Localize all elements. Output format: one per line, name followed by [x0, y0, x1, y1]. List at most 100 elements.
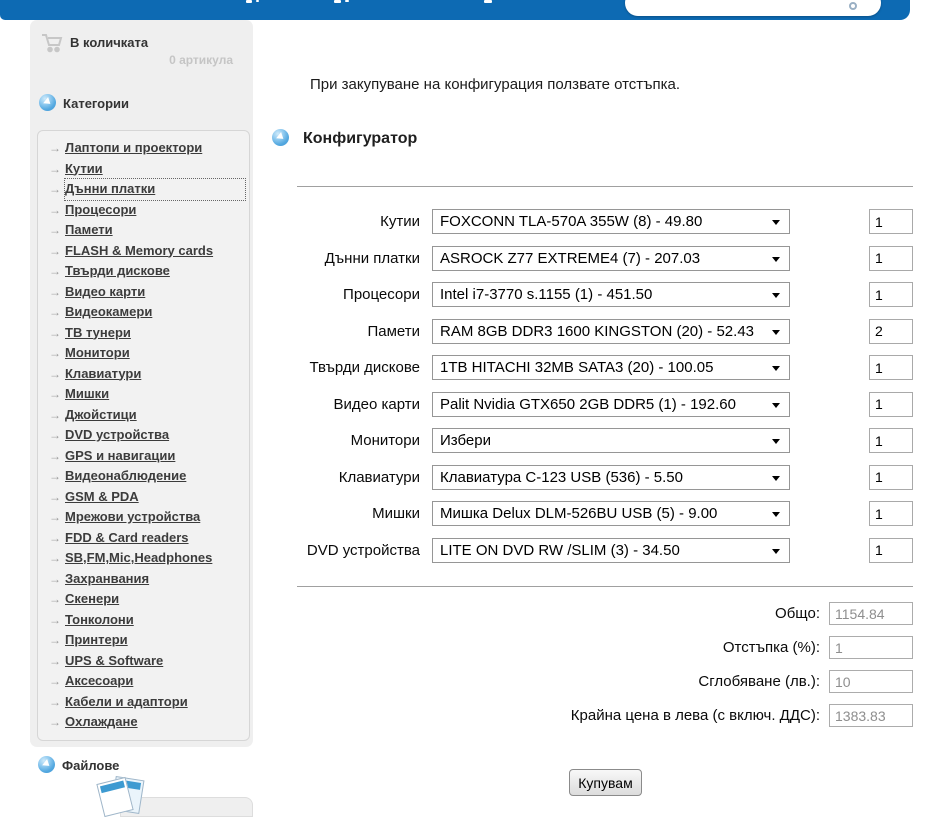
arrow-bullet-icon: → — [49, 323, 61, 344]
category-list-item: → Охлаждане — [38, 712, 249, 733]
files-section-title: Файлове — [62, 758, 119, 773]
category-list-item: → Кутии — [38, 159, 249, 180]
category-list-item: → GPS и навигации — [38, 446, 249, 467]
category-link[interactable]: Видео карти — [65, 284, 145, 299]
quantity-input[interactable] — [869, 355, 913, 380]
quantity-input[interactable] — [869, 538, 913, 563]
component-category-label: Процесори — [297, 286, 420, 303]
component-select[interactable]: Клавиатура C-123 USB (536) - 5.50 — [432, 465, 790, 490]
subtotal-label: Общо: — [297, 605, 820, 622]
category-link[interactable]: ТВ тунери — [65, 325, 131, 340]
category-link[interactable]: Видеокамери — [65, 304, 152, 319]
dropdown-arrow-icon — [772, 330, 780, 335]
quantity-input[interactable] — [869, 282, 913, 307]
category-link[interactable]: Охлаждане — [65, 714, 138, 729]
category-link[interactable]: Тонколони — [65, 612, 134, 627]
arrow-bullet-icon: → — [49, 446, 61, 467]
arrow-bullet-icon: → — [49, 671, 61, 692]
component-select[interactable]: FOXCONN TLA-570A 355W (8) - 49.80 — [432, 209, 790, 234]
category-list-item: → Видеокамери — [38, 302, 249, 323]
configurator-row: Мишки Мишка Delux DLM-526BU USB (5) - 9.… — [297, 501, 913, 526]
category-link[interactable]: GSM & PDA — [65, 489, 139, 504]
category-link[interactable]: DVD устройства — [65, 427, 169, 442]
quantity-input[interactable] — [869, 428, 913, 453]
category-link[interactable]: UPS & Software — [65, 653, 163, 668]
category-link[interactable]: Принтери — [65, 632, 128, 647]
dropdown-arrow-icon — [772, 257, 780, 262]
category-link[interactable]: Твърди дискове — [65, 263, 170, 278]
category-list-item: → SB,FM,Mic,Headphones — [38, 548, 249, 569]
component-select[interactable]: 1TB HITACHI 32MB SATA3 (20) - 100.05 — [432, 355, 790, 380]
files-bullet-icon — [38, 756, 55, 773]
category-link[interactable]: Скенери — [65, 591, 119, 606]
category-list-item: → Видео карти — [38, 282, 249, 303]
component-select[interactable]: Избери — [432, 428, 790, 453]
component-select[interactable]: Мишка Delux DLM-526BU USB (5) - 9.00 — [432, 501, 790, 526]
dropdown-arrow-icon — [772, 293, 780, 298]
configurator-row: Дънни платки ASROCK Z77 EXTREME4 (7) - 2… — [297, 246, 913, 271]
search-input[interactable] — [625, 0, 881, 16]
discount-input[interactable] — [829, 636, 913, 659]
category-link[interactable]: Мишки — [65, 386, 109, 401]
category-list-item: → Аксесоари — [38, 671, 249, 692]
dropdown-arrow-icon — [772, 549, 780, 554]
logo-cutoff-fragment — [246, 0, 252, 3]
arrow-bullet-icon: → — [49, 692, 61, 713]
configurator-row: Памети RAM 8GB DDR3 1600 KINGSTON (20) -… — [297, 319, 913, 344]
category-link[interactable]: Клавиатури — [65, 366, 141, 381]
selected-option-text: Избери — [440, 432, 491, 449]
selected-option-text: FOXCONN TLA-570A 355W (8) - 49.80 — [440, 213, 702, 230]
quantity-input[interactable] — [869, 392, 913, 417]
arrow-bullet-icon: → — [49, 220, 61, 241]
category-list-item: → FDD & Card readers — [38, 528, 249, 549]
component-select[interactable]: RAM 8GB DDR3 1600 KINGSTON (20) - 52.43 — [432, 319, 790, 344]
category-link[interactable]: Мрежови устройства — [65, 509, 200, 524]
arrow-bullet-icon: → — [49, 364, 61, 385]
category-link[interactable]: Кабели и адаптори — [65, 694, 188, 709]
dropdown-arrow-icon — [772, 439, 780, 444]
quantity-input[interactable] — [869, 209, 913, 234]
category-link[interactable]: Лаптопи и проектори — [65, 140, 202, 155]
category-link[interactable]: Процесори — [65, 202, 136, 217]
logo-cutoff-fragment — [345, 0, 349, 2]
category-link[interactable]: Аксесоари — [65, 673, 133, 688]
assembly-input[interactable] — [829, 670, 913, 693]
assembly-label: Сглобяване (лв.): — [297, 673, 820, 690]
cart-items-count: 0 артикула — [169, 53, 233, 67]
category-link[interactable]: Памети — [65, 222, 113, 237]
category-link[interactable]: Дънни платки — [65, 179, 245, 200]
category-list-item: → ТВ тунери — [38, 323, 249, 344]
component-select[interactable]: Palit Nvidia GTX650 2GB DDR5 (1) - 192.6… — [432, 392, 790, 417]
component-select[interactable]: Intel i7-3770 s.1155 (1) - 451.50 — [432, 282, 790, 307]
quantity-input[interactable] — [869, 465, 913, 490]
category-list-item: → Мишки — [38, 384, 249, 405]
category-list-item: → Тонколони — [38, 610, 249, 631]
category-link[interactable]: GPS и навигации — [65, 448, 175, 463]
category-link[interactable]: SB,FM,Mic,Headphones — [65, 550, 212, 565]
logo-cutoff-fragment — [334, 0, 341, 3]
category-list-item: → DVD устройства — [38, 425, 249, 446]
selected-option-text: Palit Nvidia GTX650 2GB DDR5 (1) - 192.6… — [440, 396, 736, 413]
arrow-bullet-icon: → — [49, 302, 61, 323]
arrow-bullet-icon: → — [49, 569, 61, 590]
category-list-item: → Лаптопи и проектори — [38, 138, 249, 159]
buy-button[interactable]: Купувам — [569, 769, 642, 796]
category-link[interactable]: Захранвания — [65, 571, 149, 586]
quantity-input[interactable] — [869, 246, 913, 271]
arrow-bullet-icon: → — [49, 487, 61, 508]
category-link[interactable]: Видеонаблюдение — [65, 468, 186, 483]
component-select[interactable]: ASROCK Z77 EXTREME4 (7) - 207.03 — [432, 246, 790, 271]
quantity-input[interactable] — [869, 501, 913, 526]
component-select[interactable]: LITE ON DVD RW /SLIM (3) - 34.50 — [432, 538, 790, 563]
arrow-bullet-icon: → — [49, 651, 61, 672]
category-list-item: → GSM & PDA — [38, 487, 249, 508]
category-link[interactable]: Монитори — [65, 345, 130, 360]
category-link[interactable]: FDD & Card readers — [65, 530, 189, 545]
quantity-input[interactable] — [869, 319, 913, 344]
component-category-label: Памети — [297, 323, 420, 340]
category-link[interactable]: FLASH & Memory cards — [65, 243, 213, 258]
category-link[interactable]: Джойстици — [65, 407, 137, 422]
selected-option-text: ASROCK Z77 EXTREME4 (7) - 207.03 — [440, 250, 700, 267]
arrow-bullet-icon: → — [49, 200, 61, 221]
category-link[interactable]: Кутии — [65, 161, 103, 176]
